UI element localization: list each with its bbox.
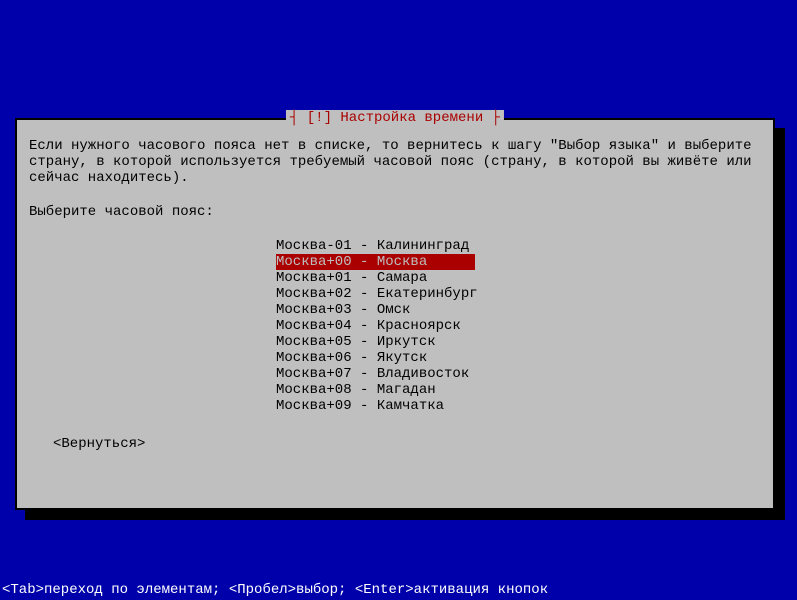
- title-marker-right: ├: [483, 110, 500, 126]
- timezone-item[interactable]: Москва+01 - Самара: [276, 270, 427, 286]
- dialog-description: Если нужного часового пояса нет в списке…: [29, 138, 761, 186]
- timezone-item[interactable]: Москва+08 - Магадан: [276, 382, 436, 398]
- timezone-item[interactable]: Москва+07 - Владивосток: [276, 366, 469, 382]
- timezone-item[interactable]: Москва-01 - Калининград: [276, 238, 469, 254]
- timezone-item-selected[interactable]: Москва+00 - Москва: [276, 254, 475, 270]
- timezone-item[interactable]: Москва+02 - Екатеринбург: [276, 286, 478, 302]
- title-alert-prefix: [!]: [307, 110, 341, 126]
- timezone-item[interactable]: Москва+03 - Омск: [276, 302, 410, 318]
- timezone-item[interactable]: Москва+09 - Камчатка: [276, 398, 444, 414]
- dialog-title: Настройка времени: [340, 110, 483, 126]
- timezone-list: Москва-01 - Калининград Москва+00 - Моск…: [276, 238, 761, 414]
- dialog-title-bar: ┤ [!] Настройка времени ├: [286, 110, 504, 126]
- dialog-content: Если нужного часового пояса нет в списке…: [17, 120, 773, 470]
- dialog-prompt: Выберите часовой пояс:: [29, 204, 761, 220]
- timezone-dialog: ┤ [!] Настройка времени ├ Если нужного ч…: [15, 118, 775, 510]
- timezone-item[interactable]: Москва+06 - Якутск: [276, 350, 427, 366]
- timezone-item[interactable]: Москва+04 - Красноярск: [276, 318, 461, 334]
- back-button[interactable]: <Вернуться>: [53, 436, 761, 452]
- status-bar: <Tab>переход по элементам; <Пробел>выбор…: [2, 582, 548, 598]
- timezone-item[interactable]: Москва+05 - Иркутск: [276, 334, 436, 350]
- title-marker-left: ┤: [290, 110, 307, 126]
